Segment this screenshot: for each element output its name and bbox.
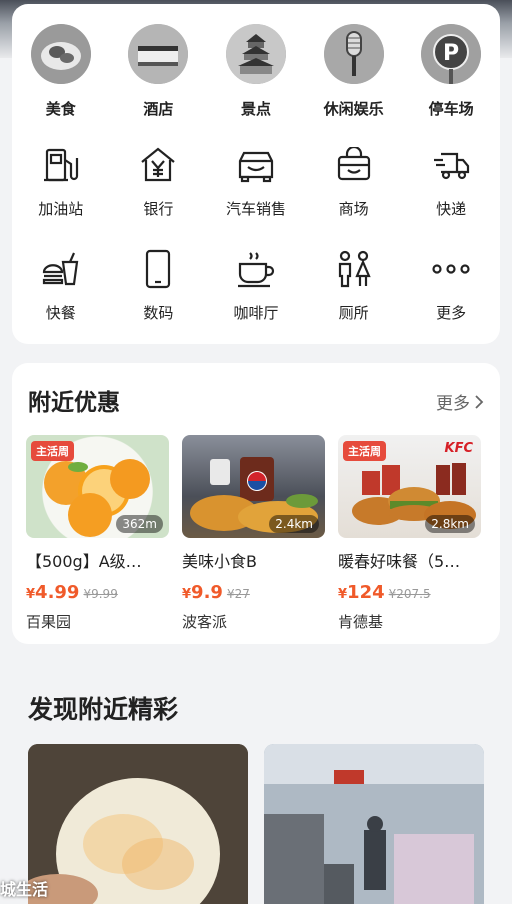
category-leisure[interactable]: 休闲娱乐 [305,4,403,124]
deal-price: ¥4.99 [26,582,80,603]
coffee-cup-icon [235,248,277,290]
restroom-icon [333,248,375,290]
watermark: 城生活 [0,880,49,899]
distance-badge: 2.4km [269,515,319,533]
deal-item[interactable]: 主活周 KFC 2.8km 暖春好味餐（5… ¥124 ¥207.5 肯德基 [338,435,481,635]
parking-sign-icon: P [421,24,482,84]
category-label: 加油站 [38,200,84,218]
category-label: 更多 [436,304,467,322]
burger-drink-icon [40,248,82,290]
deal-item[interactable]: 2.4km 美味小食B ¥9.9 ¥27 波客派 [182,435,325,635]
category-mall[interactable]: 商场 [305,124,403,228]
more-dots-icon [430,248,472,290]
distance-badge: 2.8km [425,515,475,533]
category-label: 美食 [45,100,76,118]
category-grid-card: 美食 酒店 景点 休闲娱乐 P 停车场 加油站 银行 汽车销售 商场 快递 快餐… [12,4,500,344]
deal-price: ¥124 [338,582,385,603]
category-label: 酒店 [143,100,174,118]
smartphone-icon [137,248,179,290]
category-restroom[interactable]: 厕所 [305,228,403,332]
category-car-sales[interactable]: 汽车销售 [207,124,305,228]
deal-name: 【500g】A级… [26,552,142,571]
shopping-basket-icon [333,144,375,186]
shop-name: 百果园 [26,613,72,631]
chevron-right-icon [475,394,484,409]
microphone-icon [323,24,384,84]
category-label: 停车场 [428,100,474,118]
category-attractions[interactable]: 景点 [207,4,305,124]
car-icon [235,144,277,186]
deal-name: 美味小食B [182,552,257,571]
category-fast-food[interactable]: 快餐 [12,228,110,332]
more-label: 更多 [436,394,470,414]
category-label: 厕所 [338,304,369,322]
category-gas-station[interactable]: 加油站 [12,124,110,228]
deals-more-link[interactable]: 更多 [436,389,484,414]
category-cafe[interactable]: 咖啡厅 [207,228,305,332]
hotel-bed-icon [128,24,189,84]
category-label: 快餐 [45,304,76,322]
deal-item[interactable]: 主活周 362m 【500g】A级… ¥4.99 ¥9.99 百果园 [26,435,169,635]
category-label: 商场 [338,200,369,218]
category-food[interactable]: 美食 [12,4,110,124]
category-label: 快递 [436,200,467,218]
promo-tag: 主活周 [31,441,74,461]
section-title: 附近优惠 [28,390,120,416]
food-plate-icon [30,24,91,84]
peeled-orange-photo [28,744,248,904]
nearby-deals-card: 附近优惠 更多 主活周 362m 【500g】A级… ¥4.99 ¥9.99 百… [12,363,500,644]
original-price: ¥27 [226,587,250,601]
category-bank[interactable]: 银行 [110,124,208,228]
original-price: ¥9.99 [83,587,118,601]
category-express[interactable]: 快递 [402,124,500,228]
section-title: 发现附近精彩 [28,695,179,724]
deal-image: 主活周 KFC 2.8km [338,435,481,538]
distance-badge: 362m [116,515,163,533]
kfc-logo: KFC [444,441,474,456]
category-label: 咖啡厅 [233,304,279,322]
delivery-truck-icon [430,144,472,186]
category-label: 银行 [143,200,174,218]
promo-tag: 主活周 [343,441,386,461]
original-price: ¥207.5 [388,587,431,601]
category-label: 汽车销售 [225,200,286,218]
bank-yen-icon [137,144,179,186]
deal-price: ¥9.9 [182,582,223,603]
discover-card-image[interactable] [28,744,248,904]
temple-landmark-icon [225,24,286,84]
category-grid: 美食 酒店 景点 休闲娱乐 P 停车场 加油站 银行 汽车销售 商场 快递 快餐… [12,4,500,344]
deal-image: 2.4km [182,435,325,538]
deal-name: 暖春好味餐（5… [338,552,461,571]
category-more[interactable]: 更多 [402,228,500,332]
category-label: 休闲娱乐 [323,100,384,118]
shop-name: 肯德基 [338,613,384,631]
svg-text:P: P [443,41,459,66]
category-digital[interactable]: 数码 [110,228,208,332]
mall-interior-photo [264,744,484,904]
category-label: 数码 [143,304,174,322]
gas-pump-icon [40,144,82,186]
category-label: 景点 [240,100,271,118]
deal-image: 主活周 362m [26,435,169,538]
category-parking[interactable]: P 停车场 [402,4,500,124]
shop-name: 波客派 [182,613,228,631]
category-hotel[interactable]: 酒店 [110,4,208,124]
discover-card-image[interactable] [264,744,484,904]
